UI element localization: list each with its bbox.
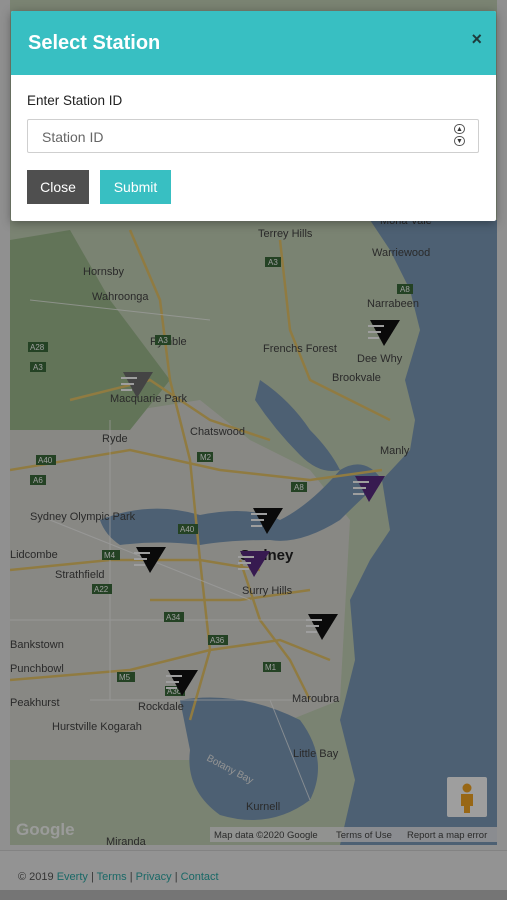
submit-button[interactable]: Submit	[100, 170, 171, 204]
station-id-field[interactable]: ▲ ▼	[27, 119, 479, 153]
station-id-label: Enter Station ID	[27, 93, 123, 108]
number-spinner[interactable]: ▲ ▼	[454, 124, 466, 148]
spinner-down-icon[interactable]: ▼	[454, 136, 465, 146]
modal-title: Select Station	[28, 32, 161, 54]
station-id-input[interactable]	[40, 127, 444, 147]
close-icon[interactable]: ×	[471, 29, 482, 50]
select-station-modal: Select Station × Enter Station ID ▲ ▼ Cl…	[11, 11, 496, 221]
close-button[interactable]: Close	[27, 170, 89, 204]
spinner-up-icon[interactable]: ▲	[454, 124, 465, 134]
modal-header: Select Station ×	[11, 11, 496, 75]
